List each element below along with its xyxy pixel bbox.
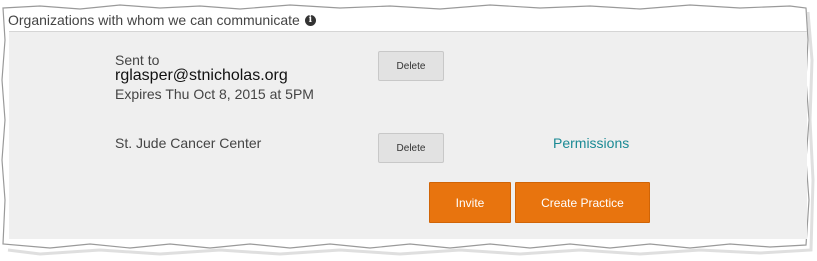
info-icon[interactable]: i [304, 14, 316, 26]
delete-organization-button[interactable]: Delete [378, 133, 444, 163]
organization-name: St. Jude Cancer Center [115, 135, 262, 151]
permissions-link[interactable]: Permissions [553, 135, 629, 151]
invite-button[interactable]: Invite [429, 182, 511, 223]
invite-expiry: Expires Thu Oct 8, 2015 at 5PM [115, 86, 314, 102]
section-title: Organizations with whom we can communica… [8, 12, 316, 28]
create-practice-button[interactable]: Create Practice [515, 182, 650, 223]
invite-email: rglasper@stnicholas.org [115, 67, 288, 84]
section-title-text: Organizations with whom we can communica… [8, 12, 300, 28]
delete-invite-button[interactable]: Delete [378, 51, 444, 81]
sent-to-label: Sent to [115, 52, 160, 68]
